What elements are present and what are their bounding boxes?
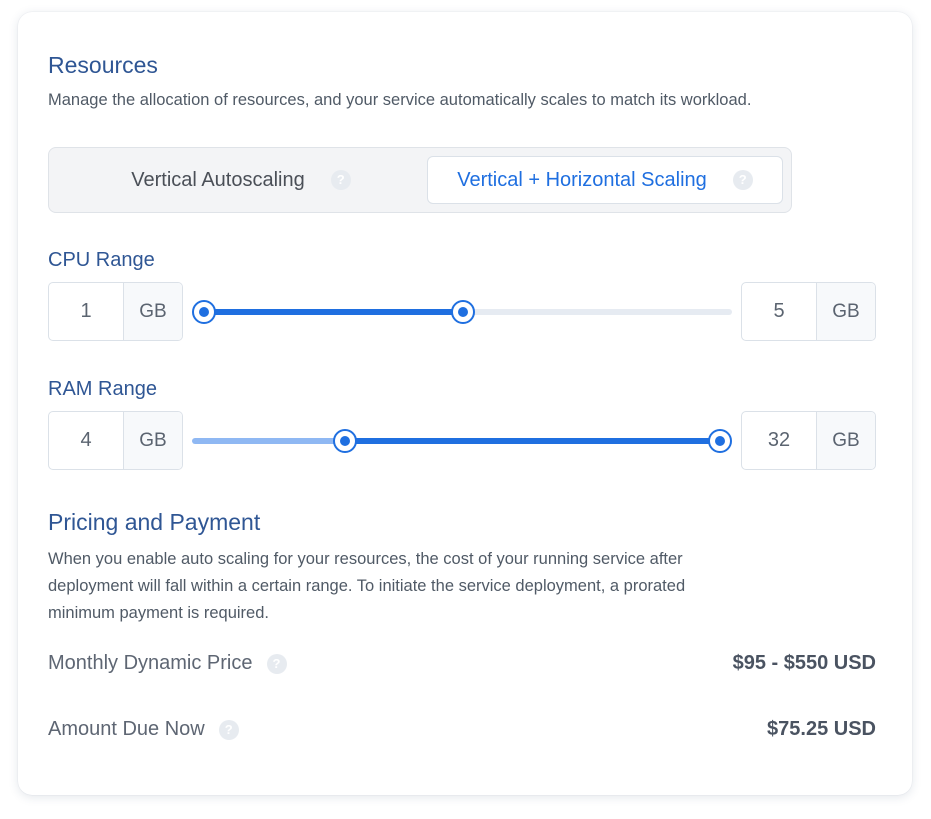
ram-range-slider[interactable] <box>192 429 732 453</box>
cpu-range-slider[interactable] <box>192 300 732 324</box>
amount-due-row: Amount Due Now ? $75.25 USD <box>48 718 876 741</box>
resources-description: Manage the allocation of resources, and … <box>48 91 752 109</box>
pricing-description-line: When you enable auto scaling for your re… <box>48 550 683 568</box>
tab-vertical-horizontal-scaling-label: Vertical + Horizontal Scaling <box>457 168 707 191</box>
ram-max-unit: GB <box>817 412 875 469</box>
ram-range-label: RAM Range <box>48 378 157 400</box>
pricing-description-line: deployment will fall within a certain ra… <box>48 577 686 595</box>
cpu-max-value[interactable]: 5 <box>742 283 817 340</box>
cpu-min-value[interactable]: 1 <box>49 283 124 340</box>
help-icon[interactable]: ? <box>218 719 239 740</box>
cpu-min-field[interactable]: 1 GB <box>48 282 183 341</box>
cpu-track-fill <box>204 309 463 315</box>
pricing-description: When you enable auto scaling for your re… <box>48 546 685 627</box>
monthly-price-label: Monthly Dynamic Price <box>48 652 253 674</box>
cpu-max-unit: GB <box>817 283 875 340</box>
amount-due-value: $75.25 USD <box>767 718 876 740</box>
resources-card <box>18 12 912 795</box>
monthly-price-label-wrap: Monthly Dynamic Price ? <box>48 652 287 675</box>
ram-min-unit: GB <box>124 412 182 469</box>
monthly-price-value: $95 - $550 USD <box>732 652 876 674</box>
ram-min-handle[interactable] <box>333 429 358 453</box>
tab-vertical-autoscaling-label: Vertical Autoscaling <box>131 168 305 191</box>
help-icon[interactable]: ? <box>732 170 753 190</box>
ram-max-handle[interactable] <box>708 429 732 453</box>
help-icon[interactable]: ? <box>266 653 287 674</box>
ram-min-field[interactable]: 4 GB <box>48 411 183 470</box>
amount-due-label: Amount Due Now <box>48 718 205 740</box>
cpu-min-unit: GB <box>124 283 182 340</box>
ram-max-field[interactable]: 32 GB <box>741 411 876 470</box>
tab-vertical-autoscaling[interactable]: Vertical Autoscaling ? <box>57 156 425 204</box>
resources-title: Resources <box>48 52 158 78</box>
pricing-description-line: minimum payment is required. <box>48 604 269 622</box>
ram-max-value[interactable]: 32 <box>742 412 817 469</box>
cpu-max-field[interactable]: 5 GB <box>741 282 876 341</box>
pricing-title: Pricing and Payment <box>48 509 261 535</box>
ram-track-fill <box>345 438 720 444</box>
cpu-max-handle[interactable] <box>450 300 475 324</box>
cpu-min-handle[interactable] <box>192 300 216 324</box>
amount-due-label-wrap: Amount Due Now ? <box>48 718 239 741</box>
monthly-price-row: Monthly Dynamic Price ? $95 - $550 USD <box>48 652 876 675</box>
scaling-mode-toggle: Vertical Autoscaling ? Vertical + Horizo… <box>48 147 792 213</box>
cpu-range-label: CPU Range <box>48 249 155 271</box>
tab-vertical-horizontal-scaling[interactable]: Vertical + Horizontal Scaling ? <box>427 156 783 204</box>
help-icon[interactable]: ? <box>330 170 351 190</box>
ram-min-value[interactable]: 4 <box>49 412 124 469</box>
